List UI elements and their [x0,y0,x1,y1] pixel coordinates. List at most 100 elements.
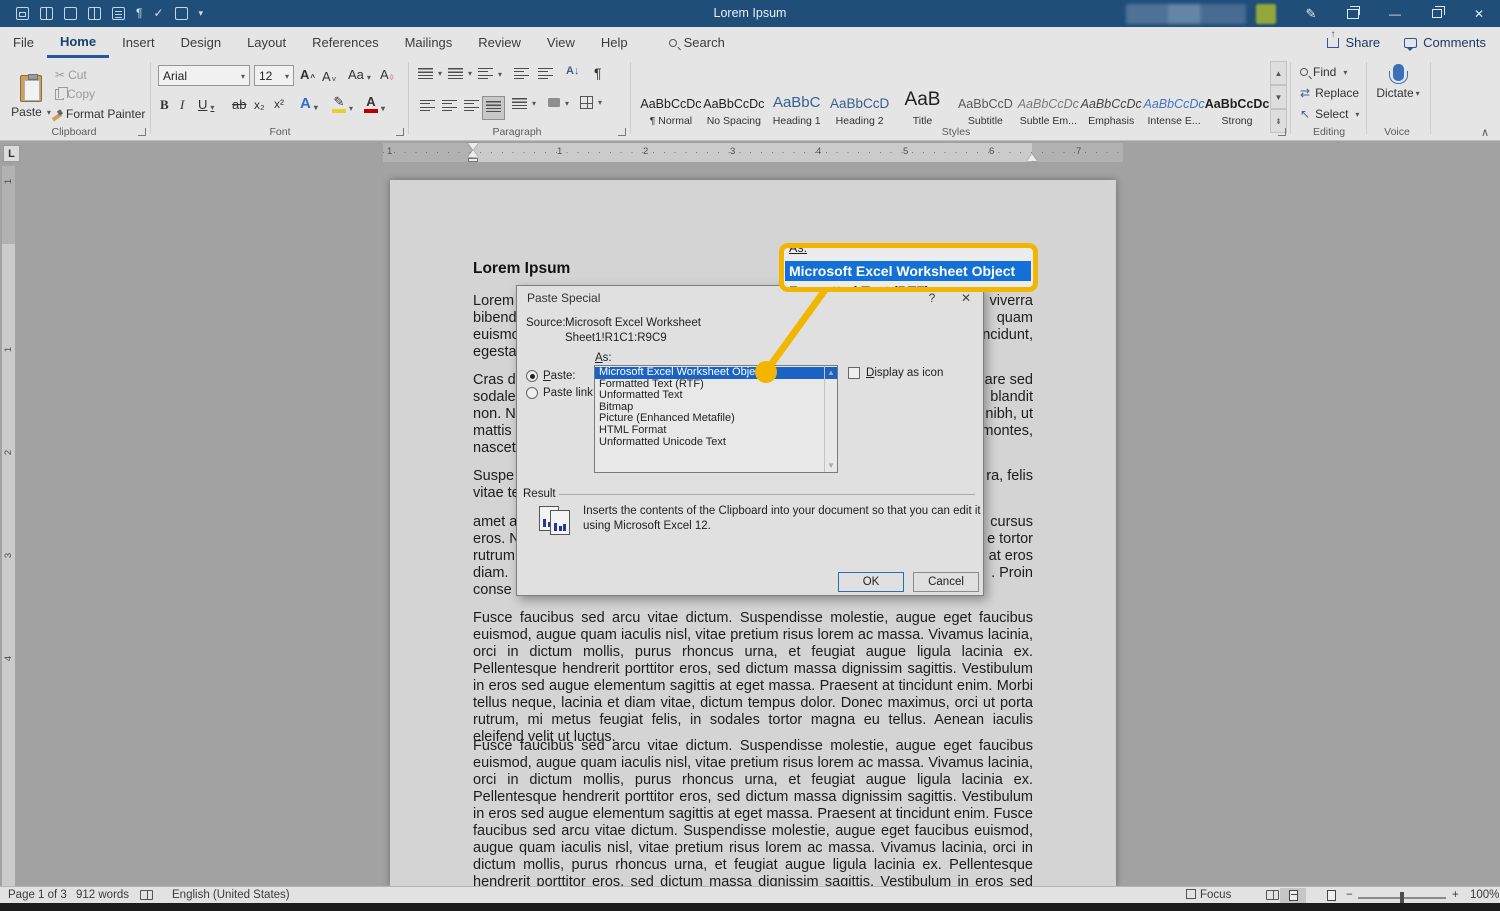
tab-design[interactable]: Design [168,27,234,58]
spelling-check-icon[interactable]: ✓ [153,7,163,20]
display-as-icon-checkbox[interactable] [848,367,860,379]
first-line-indent-marker[interactable] [468,143,478,150]
minimize-button[interactable]: — [1374,0,1416,27]
multilevel-list-button[interactable] [478,68,502,80]
borders-button[interactable] [580,96,602,109]
tab-home[interactable]: Home [46,27,110,58]
tab-insert[interactable]: Insert [109,27,168,58]
tab-file[interactable]: File [0,27,47,58]
read-mode-icon[interactable] [88,7,101,20]
horizontal-ruler[interactable]: 1 1 2 3 4 5 6 7 [383,143,1123,162]
list-item-excel-object[interactable]: Microsoft Excel Worksheet Object [595,367,837,379]
sort-button[interactable]: A↓ [566,65,579,77]
hanging-indent-marker[interactable] [468,150,478,157]
shading-button[interactable] [548,98,569,109]
align-left-button[interactable] [416,96,439,120]
zoom-in-button[interactable]: + [1452,889,1459,901]
style-heading-2[interactable]: AaBbCcD Heading 2 [829,61,891,133]
styles-scroll-down[interactable]: ▼ [1270,85,1287,109]
focus-mode-button[interactable]: Focus [1186,889,1231,901]
language-indicator[interactable]: English (United States) [172,889,290,901]
decrease-indent-button[interactable] [514,68,529,80]
select-button[interactable]: ↖ Select [1300,107,1359,121]
tab-help[interactable]: Help [588,27,641,58]
style-heading-1[interactable]: AaBbC Heading 1 [766,61,828,133]
list-item-unformatted-unicode[interactable]: Unformatted Unicode Text [595,437,837,449]
paragraph-dialog-launcher[interactable] [618,128,626,136]
left-indent-marker[interactable] [468,158,478,162]
replace-button[interactable]: ⇄ Replace [1300,86,1359,100]
font-color-button[interactable]: A [364,95,385,113]
subscript-button[interactable]: x₂ [254,98,265,112]
tab-view[interactable]: View [534,27,588,58]
dictate-button[interactable]: Dictate [1372,64,1424,100]
styles-dialog-launcher[interactable] [1278,128,1286,136]
tab-references[interactable]: References [299,27,391,58]
font-size-combobox[interactable]: 12 [254,65,294,86]
copy-button[interactable]: Copy [55,86,95,101]
find-button[interactable]: Find [1300,65,1347,79]
close-button[interactable]: ✕ [1458,0,1500,27]
tab-stop-selector[interactable]: L [3,145,20,162]
search-box[interactable]: Search [668,27,725,58]
listbox-scrollbar[interactable]: ▲ ▼ [824,366,837,472]
qat-customize-icon[interactable]: ▾ [199,7,204,20]
zoom-out-button[interactable]: − [1346,889,1353,901]
style-subtitle[interactable]: AaBbCcD Subtitle [954,61,1016,133]
styles-scroll-up[interactable]: ▲ [1270,61,1287,85]
style-strong[interactable]: AaBbCcDc Strong [1205,61,1270,133]
web-layout-button[interactable] [1318,888,1344,903]
line-spacing-button[interactable] [512,98,536,109]
right-indent-marker[interactable] [1027,154,1037,161]
print-layout-button[interactable] [1280,888,1306,903]
ok-button[interactable]: OK [838,572,904,592]
align-right-button[interactable] [460,96,483,120]
style-subtle-emphasis[interactable]: AaBbCcDc Subtle Em... [1017,61,1079,133]
bullets-button[interactable] [418,68,442,79]
clear-formatting-button[interactable]: A ◊ [380,67,394,82]
strikethrough-button[interactable]: ab [232,97,246,112]
superscript-button[interactable]: x² [274,97,284,111]
underline-button[interactable]: U [198,97,214,112]
ribbon-display-options-icon[interactable] [1332,0,1374,27]
new-document-icon[interactable] [174,7,188,20]
cut-button[interactable]: ✂ Cut [55,68,87,82]
save-as-icon[interactable] [40,7,53,20]
align-center-button[interactable] [438,96,461,120]
scroll-down-icon[interactable]: ▼ [827,461,835,470]
style-no-spacing[interactable]: AaBbCcDc No Spacing [703,61,765,133]
list-item-unformatted-text[interactable]: Unformatted Text [595,390,837,402]
increase-indent-button[interactable] [538,68,553,80]
list-item-formatted-text[interactable]: Formatted Text (RTF) [595,379,837,391]
shrink-font-button[interactable]: A ˅ [322,69,336,84]
font-family-combobox[interactable]: Arial [158,65,250,86]
ink-icon[interactable]: ✎ [1290,0,1332,27]
text-highlight-button[interactable]: ✎ [332,95,353,113]
proofing-icon[interactable] [140,890,153,900]
paste-button[interactable]: Paste [8,62,54,132]
clipboard-dialog-launcher[interactable] [138,128,146,136]
pilcrow-icon[interactable]: ¶ [136,7,142,20]
list-item-bitmap[interactable]: Bitmap [595,402,837,414]
save-icon[interactable] [16,7,29,20]
show-marks-button[interactable]: ¶ [594,65,602,81]
vertical-ruler[interactable]: 1 1 2 3 4 [2,166,15,886]
style-title[interactable]: AaB Title [892,61,954,133]
zoom-percentage[interactable]: 100% [1470,889,1499,901]
font-dialog-launcher[interactable] [396,128,404,136]
style-emphasis[interactable]: AaBbCcDc Emphasis [1080,61,1142,133]
tab-review[interactable]: Review [465,27,534,58]
justify-button[interactable] [482,96,505,120]
format-painter-button[interactable]: Format Painter [52,107,145,121]
paste-as-listbox[interactable]: Microsoft Excel Worksheet Object Formatt… [594,365,838,473]
word-count[interactable]: 912 words [76,889,129,901]
list-item-picture-emf[interactable]: Picture (Enhanced Metafile) [595,413,837,425]
share-button[interactable]: Share [1327,29,1380,50]
list-item-html-format[interactable]: HTML Format [595,425,837,437]
style-intense-emphasis[interactable]: AaBbCcDc Intense E... [1143,61,1205,133]
open-folder-icon[interactable] [64,7,77,20]
read-mode-button[interactable] [1266,890,1280,900]
paste-radio[interactable] [526,370,538,382]
italic-button[interactable]: I [180,97,184,113]
bold-button[interactable]: B [160,97,169,113]
